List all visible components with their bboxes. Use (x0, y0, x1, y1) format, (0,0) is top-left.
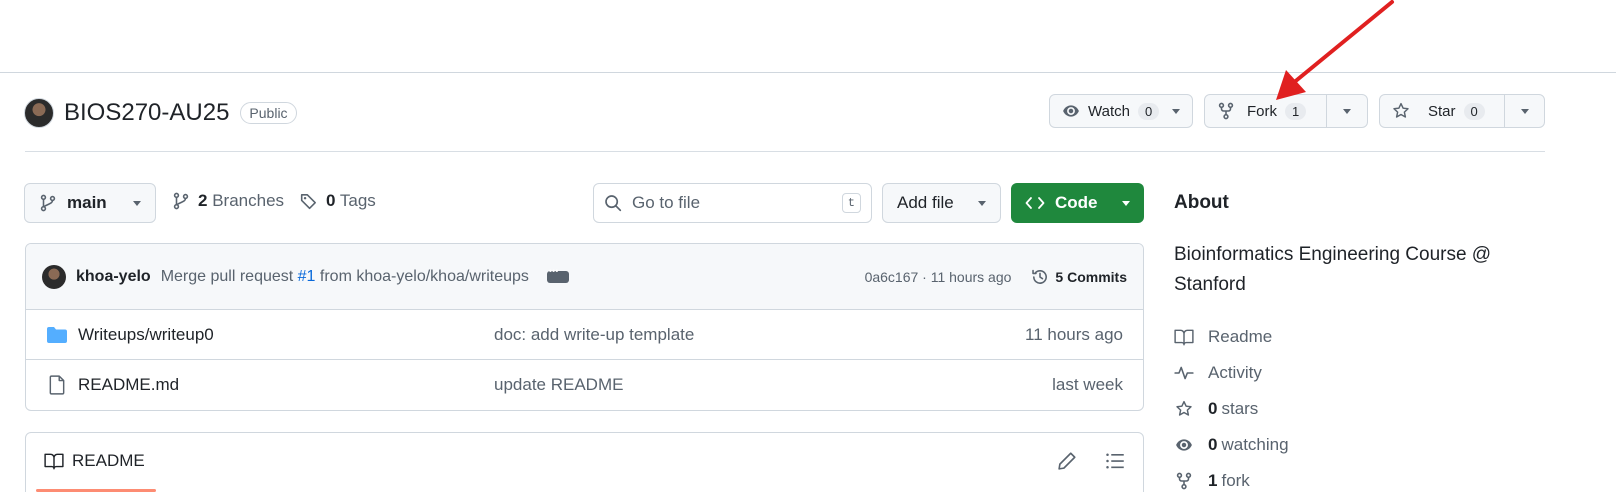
readme-tab-label: README (72, 451, 145, 470)
repo-header: BIOS270-AU25 Public (24, 96, 297, 130)
commit-message: Merge pull request #1 from khoa-yelo/kho… (161, 268, 529, 286)
forks-link[interactable]: 1 fork (1174, 463, 1514, 492)
history-icon (1031, 268, 1049, 286)
folder-icon (46, 326, 68, 344)
star-button-group: Star 0 (1379, 94, 1545, 128)
owner-avatar[interactable] (24, 98, 54, 128)
pencil-icon[interactable] (1057, 451, 1077, 471)
eye-icon (1174, 436, 1194, 454)
star-icon (1174, 400, 1194, 418)
activity-link-label: Activity (1208, 363, 1262, 382)
book-icon (1174, 328, 1194, 346)
star-dropdown-button[interactable] (1504, 95, 1544, 127)
annotation-arrow (1276, 0, 1394, 100)
branch-name: main (67, 193, 107, 212)
file-updated-time: 11 hours ago (1025, 324, 1123, 344)
visibility-badge: Public (240, 102, 297, 124)
commit-hash-time[interactable]: 0a6c167 · 11 hours ago (865, 269, 1012, 285)
about-links: Readme Activity 0 stars 0 watching 1 fork (1174, 319, 1514, 492)
stars-count: 0 (1208, 399, 1218, 418)
branches-label: Branches (212, 191, 285, 210)
chevron-down-icon[interactable] (1172, 108, 1180, 114)
activity-link[interactable]: Activity (1174, 355, 1514, 391)
fork-icon (1174, 472, 1194, 490)
code-icon (1025, 194, 1045, 212)
list-icon[interactable] (1105, 451, 1125, 471)
commit-author[interactable]: khoa-yelo (76, 268, 151, 286)
tags-count: 0 (326, 191, 336, 210)
fork-icon (1217, 102, 1235, 120)
readme-link[interactable]: Readme (1174, 319, 1514, 355)
file-last-commit[interactable]: update README (494, 375, 623, 395)
readme-tab[interactable]: README (44, 451, 145, 471)
stars-link[interactable]: 0 stars (1174, 391, 1514, 427)
star-count: 0 (1463, 102, 1485, 120)
commits-count: 5 Commits (1055, 268, 1127, 285)
repo-name[interactable]: BIOS270-AU25 (64, 99, 229, 127)
watching-label: watching (1221, 435, 1289, 454)
readme-tools (1057, 451, 1125, 471)
search-shortcut-hint: t (841, 193, 861, 213)
tags-label: Tags (339, 191, 376, 210)
stars-label: stars (1221, 399, 1259, 418)
search-icon (604, 194, 622, 212)
add-file-button[interactable]: Add file (882, 183, 1001, 223)
watch-label: Watch (1088, 102, 1130, 120)
about-description: Bioinformatics Engineering Course @ Stan… (1174, 244, 1492, 295)
header-divider (25, 151, 1545, 152)
book-icon (44, 452, 64, 470)
commits-history-link[interactable]: 5 Commits (1031, 268, 1127, 286)
file-name[interactable]: README.md (78, 375, 179, 395)
chevron-down-icon (1122, 200, 1130, 206)
tags-link[interactable]: 0 Tags (300, 191, 376, 211)
branches-link[interactable]: 2 Branches (172, 191, 284, 211)
file-row[interactable]: Writeups/writeup0 doc: add write-up temp… (26, 310, 1143, 360)
code-label: Code (1055, 193, 1098, 212)
watch-count: 0 (1137, 102, 1160, 120)
watch-button[interactable]: Watch 0 (1050, 95, 1192, 127)
pulse-icon (1174, 364, 1194, 382)
forks-count: 1 (1208, 471, 1218, 490)
watch-button-group: Watch 0 (1049, 94, 1193, 128)
commit-message-prefix[interactable]: Merge pull request (161, 268, 294, 285)
chevron-down-icon (1520, 108, 1529, 114)
readme-panel: README (25, 432, 1144, 492)
chevron-down-icon (978, 200, 986, 206)
latest-commit-row: khoa-yelo Merge pull request #1 from kho… (26, 244, 1143, 310)
commit-author-avatar[interactable] (42, 264, 66, 289)
branch-icon (172, 192, 190, 210)
go-to-file-input[interactable] (632, 193, 832, 213)
branch-icon (39, 194, 57, 212)
tag-icon (300, 192, 318, 210)
star-label: Star (1428, 102, 1456, 120)
branches-count: 2 (198, 191, 208, 210)
readme-link-label: Readme (1208, 327, 1273, 346)
watching-link[interactable]: 0 watching (1174, 427, 1514, 463)
eye-icon (1062, 102, 1080, 120)
chevron-down-icon (133, 200, 141, 206)
about-title: About (1174, 192, 1229, 213)
file-updated-time: last week (1052, 375, 1123, 394)
pr-link[interactable]: #1 (298, 268, 316, 285)
commit-message-suffix[interactable]: from khoa-yelo/khoa/writeups (320, 268, 529, 285)
add-file-label: Add file (897, 193, 954, 212)
file-name[interactable]: Writeups/writeup0 (78, 325, 214, 345)
file-last-commit[interactable]: doc: add write-up template (494, 325, 694, 345)
file-row[interactable]: README.md update README last week (26, 360, 1143, 410)
watching-count: 0 (1208, 435, 1218, 454)
file-icon (46, 375, 68, 395)
go-to-file-search[interactable]: t (593, 183, 872, 223)
branch-selector-button[interactable]: main (24, 183, 156, 223)
file-browser: khoa-yelo Merge pull request #1 from kho… (25, 243, 1144, 411)
code-button[interactable]: Code (1011, 183, 1144, 223)
forks-label: fork (1221, 471, 1250, 490)
expand-commit-message-button[interactable] (546, 266, 569, 283)
